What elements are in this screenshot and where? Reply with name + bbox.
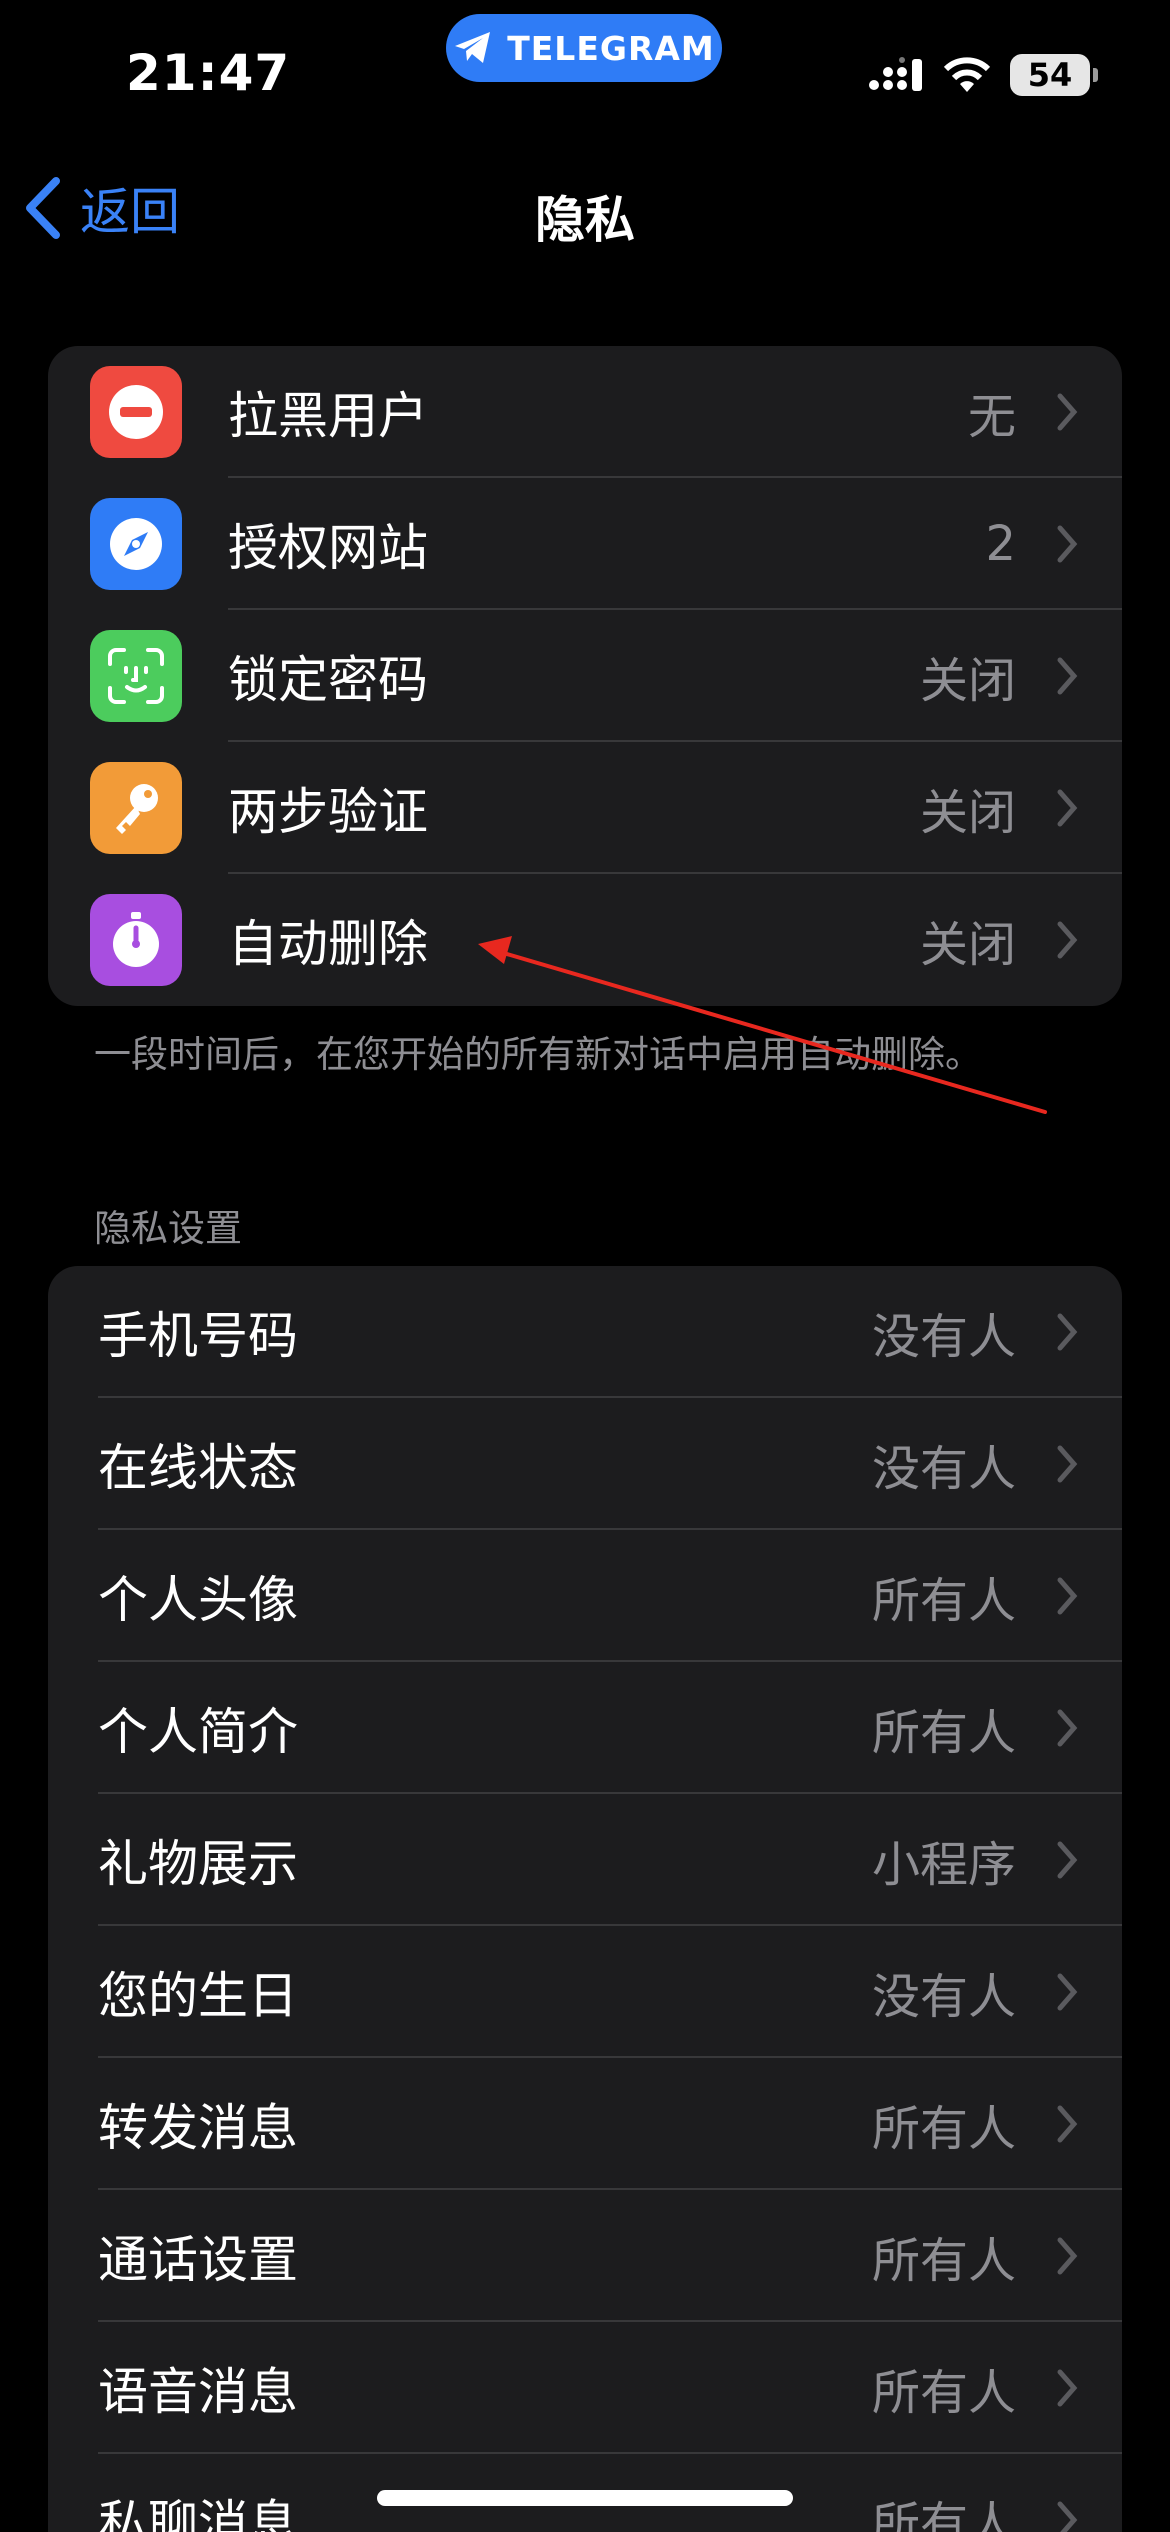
list-item-two-step-verification[interactable]: 两步验证 关闭 (48, 742, 1122, 874)
list-item-last-seen[interactable]: 在线状态 没有人 (48, 1398, 1122, 1530)
security-group: 拉黑用户 无 授权网站 2 锁定密码 关闭 两步验证 关闭 自动删除 关闭 (48, 346, 1122, 1006)
item-value: 所有人 (871, 2497, 1016, 2532)
face-id-icon (90, 630, 182, 722)
clock: 21:47 (126, 44, 291, 102)
item-label: 自动删除 (228, 915, 428, 973)
item-label: 拉黑用户 (228, 387, 428, 445)
page-title: 隐私 (535, 191, 635, 249)
item-label: 在线状态 (98, 1439, 298, 1497)
chevron-right-icon (1057, 657, 1078, 695)
chevron-right-icon (1057, 1313, 1078, 1351)
navigation-bar: 返回 隐私 (0, 150, 1170, 270)
list-item-authorized-websites[interactable]: 授权网站 2 (48, 478, 1122, 610)
timer-icon (90, 894, 182, 986)
item-label: 您的生日 (98, 1967, 298, 2025)
privacy-settings-group: 手机号码 没有人 在线状态 没有人 个人头像 所有人 个人简介 所有人 礼物展示… (48, 1266, 1122, 2532)
item-value: 关闭 (919, 785, 1016, 841)
list-item-gifts[interactable]: 礼物展示 小程序 (48, 1794, 1122, 1926)
item-value: 所有人 (871, 2101, 1016, 2157)
chevron-right-icon (1057, 1973, 1078, 2011)
chevron-right-icon (1057, 2501, 1078, 2532)
chevron-right-icon (1057, 789, 1078, 827)
item-value: 没有人 (871, 1969, 1016, 2025)
list-item-passcode-lock[interactable]: 锁定密码 关闭 (48, 610, 1122, 742)
item-label: 两步验证 (228, 783, 428, 841)
list-item-birthday[interactable]: 您的生日 没有人 (48, 1926, 1122, 2058)
telegram-plane-icon (455, 32, 491, 63)
key-icon (90, 762, 182, 854)
chevron-right-icon (1057, 1445, 1078, 1483)
chevron-right-icon (1057, 1709, 1078, 1747)
status-bar: 21:47 TELEGRAM 54 (0, 0, 1170, 150)
no-entry-icon (90, 366, 182, 458)
item-value: 2 (985, 516, 1016, 572)
item-value: 关闭 (919, 917, 1016, 973)
item-value: 没有人 (871, 1309, 1016, 1365)
list-item-phone-number[interactable]: 手机号码 没有人 (48, 1266, 1122, 1398)
list-item-blocked-users[interactable]: 拉黑用户 无 (48, 346, 1122, 478)
home-indicator (377, 2490, 793, 2506)
item-value: 小程序 (871, 1837, 1016, 1893)
item-value: 所有人 (871, 1705, 1016, 1761)
item-label: 授权网站 (228, 519, 428, 577)
item-value: 关闭 (919, 653, 1016, 709)
chevron-right-icon (1057, 525, 1078, 563)
item-label: 礼物展示 (98, 1835, 298, 1893)
list-item-voice-messages[interactable]: 语音消息 所有人 (48, 2322, 1122, 2454)
chevron-right-icon (1057, 1577, 1078, 1615)
telegram-return-pill[interactable]: TELEGRAM (446, 14, 722, 82)
wifi-icon (943, 57, 991, 92)
item-value: 没有人 (871, 1441, 1016, 1497)
item-value: 所有人 (871, 2365, 1016, 2421)
auto-delete-footnote: 一段时间后，在您开始的所有新对话中启用自动删除。 (94, 1033, 982, 1076)
item-label: 个人头像 (98, 1571, 298, 1629)
item-label: 转发消息 (98, 2099, 298, 2157)
chevron-right-icon (1057, 2369, 1078, 2407)
list-item-profile-photo[interactable]: 个人头像 所有人 (48, 1530, 1122, 1662)
item-label: 锁定密码 (228, 651, 428, 709)
chevron-right-icon (1057, 921, 1078, 959)
list-item-calls[interactable]: 通话设置 所有人 (48, 2190, 1122, 2322)
item-label: 私聊消息 (98, 2495, 298, 2532)
list-item-bio[interactable]: 个人简介 所有人 (48, 1662, 1122, 1794)
chevron-right-icon (1057, 1841, 1078, 1879)
battery-icon: 54 (1010, 54, 1098, 96)
chevron-right-icon (1057, 2237, 1078, 2275)
section-header: 隐私设置 (94, 1207, 242, 1250)
item-value: 所有人 (871, 1573, 1016, 1629)
compass-icon (90, 498, 182, 590)
item-value: 无 (967, 389, 1016, 445)
chevron-right-icon (1057, 2105, 1078, 2143)
list-item-forwarded-messages[interactable]: 转发消息 所有人 (48, 2058, 1122, 2190)
item-value: 所有人 (871, 2233, 1016, 2289)
list-item-auto-delete[interactable]: 自动删除 关闭 (48, 874, 1122, 1006)
item-label: 个人简介 (98, 1703, 298, 1761)
item-label: 通话设置 (98, 2231, 298, 2289)
cellular-signal-icon (869, 57, 922, 91)
item-label: 语音消息 (98, 2363, 298, 2421)
chevron-right-icon (1057, 393, 1078, 431)
item-label: 手机号码 (98, 1307, 298, 1365)
telegram-pill-label: TELEGRAM (507, 28, 715, 68)
